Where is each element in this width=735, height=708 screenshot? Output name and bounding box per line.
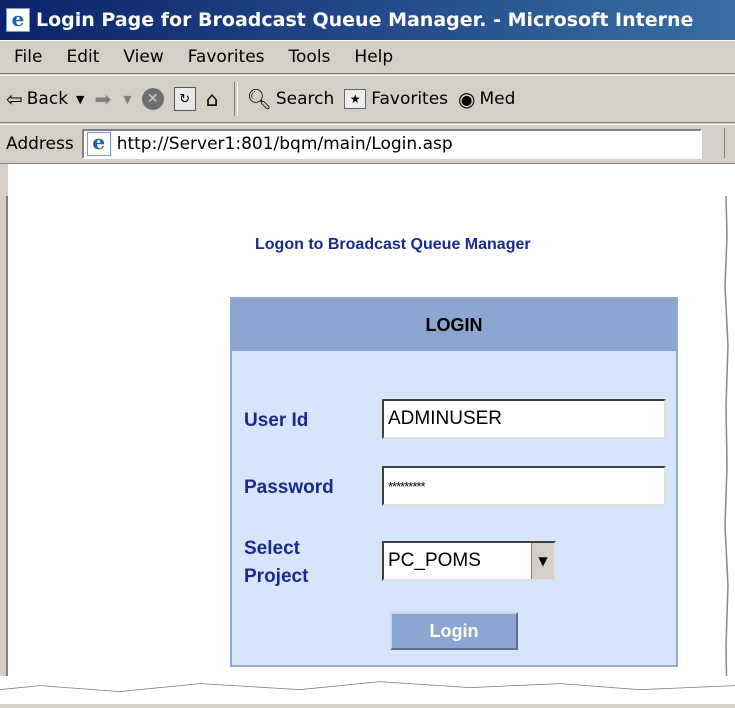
favorites-button[interactable]: ★ Favorites: [344, 89, 448, 109]
forward-button[interactable]: ➡ ▼: [95, 87, 132, 111]
torn-edge-right: [718, 195, 735, 705]
menu-help[interactable]: Help: [342, 47, 405, 67]
title-bar: e Login Page for Broadcast Queue Manager…: [0, 0, 735, 40]
login-header: LOGIN: [232, 299, 676, 351]
login-button[interactable]: Login: [390, 612, 518, 650]
chevron-down-icon[interactable]: ▼: [531, 543, 554, 579]
menu-view[interactable]: View: [111, 47, 175, 67]
project-select-value: PC_POMS: [388, 550, 481, 571]
page-heading: Logon to Broadcast Queue Manager: [255, 236, 531, 253]
menu-edit[interactable]: Edit: [54, 47, 111, 67]
project-label-line2: Project: [244, 566, 309, 587]
login-panel: LOGIN User Id ADMINUSER Password *******…: [230, 297, 678, 667]
back-dropdown-icon[interactable]: ▼: [76, 93, 84, 106]
search-button[interactable]: 🔍︎ Search: [246, 87, 334, 111]
forward-dropdown-icon[interactable]: ▼: [123, 93, 131, 106]
page-icon: e: [86, 130, 111, 156]
toolbar: ⇦ Back ▼ ➡ ▼ ✕ ↻ ⌂ 🔍︎ Search ★ Favorites…: [0, 75, 735, 123]
address-dropdown-icon[interactable]: [724, 128, 735, 158]
project-select[interactable]: PC_POMS ▼: [382, 541, 556, 581]
favorites-label: Favorites: [371, 89, 449, 109]
menu-favorites[interactable]: Favorites: [176, 47, 277, 67]
address-bar: Address e http://Server1:801/bqm/main/Lo…: [0, 124, 735, 164]
search-label: Search: [275, 89, 335, 109]
menu-file[interactable]: File: [0, 47, 54, 67]
back-label: Back: [26, 89, 69, 109]
user-id-input[interactable]: ADMINUSER: [382, 399, 666, 439]
menu-tools[interactable]: Tools: [277, 47, 343, 67]
forward-arrow-icon: ➡: [94, 87, 112, 111]
ie-logo-icon: e: [6, 7, 30, 32]
media-label: Med: [479, 89, 516, 109]
home-icon: ⌂: [205, 87, 219, 111]
user-id-label: User Id: [244, 410, 309, 431]
media-button[interactable]: ◉ Med: [458, 87, 515, 111]
window-title: Login Page for Broadcast Queue Manager. …: [36, 9, 694, 31]
back-arrow-icon: ⇦: [6, 87, 23, 111]
torn-edge-bottom: [0, 676, 735, 704]
stop-button[interactable]: ✕: [141, 88, 164, 110]
refresh-icon: ↻: [173, 87, 196, 111]
back-button[interactable]: ⇦ Back ▼: [6, 87, 85, 111]
stop-icon: ✕: [141, 88, 164, 110]
search-icon: 🔍︎: [246, 87, 272, 111]
menu-bar: File Edit View Favorites Tools Help: [0, 40, 735, 74]
page-top-strip: [0, 164, 735, 196]
password-input[interactable]: *********: [382, 466, 666, 506]
project-label-line1: Select: [244, 538, 300, 559]
toolbar-separator: [234, 82, 239, 116]
refresh-button[interactable]: ↻: [173, 87, 196, 111]
address-label: Address: [6, 134, 74, 154]
address-field[interactable]: e http://Server1:801/bqm/main/Login.asp: [81, 129, 702, 159]
media-icon: ◉: [458, 87, 476, 111]
address-url: http://Server1:801/bqm/main/Login.asp: [116, 134, 453, 154]
password-label: Password: [244, 477, 334, 498]
home-button[interactable]: ⌂: [206, 87, 223, 111]
favorites-icon: ★: [344, 89, 367, 109]
